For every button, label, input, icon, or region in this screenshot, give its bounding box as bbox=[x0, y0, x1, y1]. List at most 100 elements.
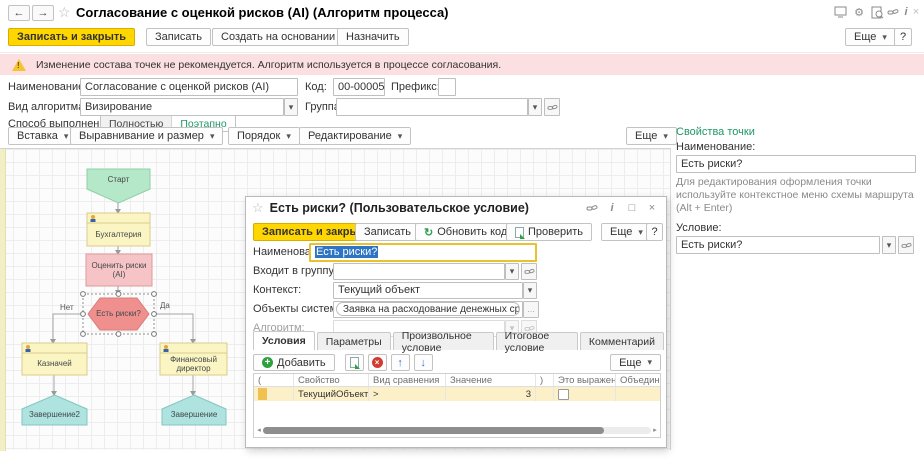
scroll-left-icon[interactable]: ◂ bbox=[255, 426, 263, 434]
horizontal-scrollbar[interactable]: ◂ ▸ bbox=[255, 426, 659, 434]
condition-table-toolbar: +Добавить × ↑ ↓ Еще▾ bbox=[253, 353, 661, 372]
order-button[interactable]: Порядок▾ bbox=[228, 127, 300, 145]
table-row[interactable]: ТекущийОбъект Доп... > 3 bbox=[254, 387, 660, 401]
prefix-input[interactable] bbox=[438, 78, 456, 96]
condition-link-button[interactable] bbox=[898, 236, 914, 254]
condition-combo[interactable]: Есть риски? bbox=[676, 236, 880, 254]
search-document-icon[interactable] bbox=[870, 5, 884, 19]
back-button[interactable]: ← bbox=[8, 5, 30, 21]
dialog-row-context: Контекст: Текущий объект ▾ bbox=[253, 281, 537, 299]
dialog-star-icon[interactable]: ☆ bbox=[252, 200, 264, 216]
add-row-button[interactable]: +Добавить bbox=[253, 354, 335, 371]
scheme-more-button[interactable]: Еще▾ bbox=[626, 127, 677, 145]
save-button[interactable]: Записать bbox=[146, 28, 211, 46]
col-comparison[interactable]: Вид сравнения bbox=[369, 374, 446, 386]
favorite-star-icon[interactable]: ☆ bbox=[58, 4, 71, 21]
add-icon: + bbox=[262, 357, 273, 368]
dialog-maximize-icon[interactable]: □ bbox=[624, 200, 640, 216]
edit-button[interactable]: Редактирование▾ bbox=[299, 127, 411, 145]
group-dropdown-button[interactable]: ▾ bbox=[528, 98, 542, 116]
col-open-paren[interactable]: ( bbox=[254, 374, 294, 386]
dialog-link-icon[interactable] bbox=[584, 200, 600, 216]
dialog-name-input[interactable]: Есть риски? bbox=[309, 243, 537, 262]
arrow-up-icon: ↑ bbox=[397, 357, 403, 369]
treasurer-node-shape[interactable] bbox=[22, 343, 87, 375]
align-size-button[interactable]: Выравнивание и размер▾ bbox=[70, 127, 223, 145]
scrollbar-thumb[interactable] bbox=[263, 427, 604, 434]
chevron-down-icon: ▾ bbox=[647, 357, 652, 368]
close-icon[interactable]: × bbox=[909, 5, 923, 19]
delete-icon: × bbox=[372, 357, 383, 368]
tab-arbitrary-condition[interactable]: Произвольное условие bbox=[393, 332, 494, 350]
chevron-down-icon: ▾ bbox=[882, 32, 887, 43]
col-union[interactable]: Объединение с bbox=[616, 374, 660, 386]
kind-dropdown-button[interactable]: ▾ bbox=[284, 98, 298, 116]
dialog-titlebar[interactable]: ☆ Есть риски? (Пользовательское условие)… bbox=[246, 197, 666, 219]
dialog-save-button[interactable]: Записать bbox=[355, 223, 420, 241]
dialog-info-icon[interactable]: i bbox=[604, 200, 620, 216]
accounting-node-shape[interactable] bbox=[87, 213, 150, 246]
monitor-icon[interactable] bbox=[833, 5, 847, 19]
dialog-group-link[interactable] bbox=[521, 263, 537, 280]
col-close-paren[interactable]: ) bbox=[536, 374, 554, 386]
chevron-down-icon: ▾ bbox=[533, 102, 538, 113]
point-name-input[interactable]: Есть риски? bbox=[676, 155, 916, 173]
refresh-code-button[interactable]: ↻Обновить код bbox=[415, 223, 516, 241]
tab-final-condition[interactable]: Итоговое условие bbox=[496, 332, 578, 350]
move-up-button[interactable]: ↑ bbox=[391, 354, 410, 371]
check-button[interactable]: Проверить bbox=[506, 223, 592, 241]
assign-button[interactable]: Назначить bbox=[337, 28, 409, 46]
group-combo[interactable] bbox=[336, 98, 528, 116]
tab-parameters[interactable]: Параметры bbox=[317, 332, 391, 350]
chevron-down-icon: ▾ bbox=[510, 266, 515, 277]
condition-node-shape[interactable] bbox=[88, 298, 149, 330]
name-input[interactable]: Согласование с оценкой рисков (AI) bbox=[80, 78, 298, 96]
dialog-objects-ellipsis[interactable]: ... bbox=[523, 301, 539, 318]
code-input[interactable]: 00-000056 bbox=[333, 78, 385, 96]
kind-combo[interactable]: Визирование bbox=[80, 98, 284, 116]
copy-row-button[interactable] bbox=[345, 354, 364, 371]
insert-button[interactable]: Вставка▾ bbox=[8, 127, 77, 145]
dialog-close-icon[interactable]: × bbox=[644, 200, 660, 216]
dialog-name-label: Наименование: bbox=[253, 246, 309, 258]
objects-tag[interactable]: Заявка на расходование денежных средств … bbox=[336, 302, 520, 316]
end2-node-shape[interactable] bbox=[22, 395, 87, 425]
dialog-group-dropdown[interactable]: ▾ bbox=[505, 263, 519, 280]
link-icon[interactable] bbox=[886, 5, 900, 19]
group-link-button[interactable] bbox=[544, 98, 560, 116]
scroll-right-icon[interactable]: ▸ bbox=[651, 426, 659, 434]
delete-row-button[interactable]: × bbox=[368, 354, 387, 371]
tab-comment[interactable]: Комментарий bbox=[580, 332, 664, 350]
dialog-row-name: Наименование: Есть риски? bbox=[253, 243, 537, 261]
forward-button[interactable]: → bbox=[32, 5, 54, 21]
col-property[interactable]: Свойство bbox=[294, 374, 369, 386]
table-more-button[interactable]: Еще▾ bbox=[610, 354, 661, 371]
help-button[interactable]: ? bbox=[894, 28, 912, 46]
name-label: Наименование: bbox=[8, 81, 87, 93]
chain-icon bbox=[547, 102, 558, 113]
expression-checkbox[interactable] bbox=[558, 389, 569, 400]
chevron-down-icon: ▾ bbox=[887, 240, 892, 251]
point-properties-panel: Свойства точки Наименование: Есть риски?… bbox=[676, 126, 918, 254]
tab-conditions[interactable]: Условия bbox=[253, 331, 315, 350]
assess-node-shape[interactable] bbox=[86, 254, 152, 286]
condition-dropdown-button[interactable]: ▾ bbox=[882, 236, 896, 254]
dialog-objects-input[interactable]: Заявка на расходование денежных средств … bbox=[333, 301, 523, 318]
dialog-help-button[interactable]: ? bbox=[646, 223, 663, 241]
dialog-group-combo[interactable] bbox=[333, 263, 505, 280]
col-value[interactable]: Значение bbox=[446, 374, 536, 386]
create-based-button[interactable]: Создать на основании▾ bbox=[212, 28, 355, 46]
findir-node-shape[interactable] bbox=[160, 343, 227, 375]
gear-icon[interactable]: ⚙ bbox=[852, 5, 866, 19]
start-node-shape[interactable] bbox=[87, 169, 150, 203]
more-button[interactable]: Еще▾ bbox=[845, 28, 896, 46]
main-toolbar: Записать и закрыть Записать Создать на о… bbox=[0, 24, 924, 53]
dialog-context-dropdown[interactable]: ▾ bbox=[523, 282, 537, 299]
dialog-context-combo[interactable]: Текущий объект bbox=[333, 282, 523, 299]
condition-dialog: ☆ Есть риски? (Пользовательское условие)… bbox=[245, 196, 667, 448]
dialog-more-button[interactable]: Еще▾ bbox=[601, 223, 652, 241]
move-down-button[interactable]: ↓ bbox=[414, 354, 433, 371]
end-node-shape[interactable] bbox=[162, 395, 226, 425]
col-expression[interactable]: Это выражение bbox=[554, 374, 616, 386]
save-close-button[interactable]: Записать и закрыть bbox=[8, 28, 135, 46]
